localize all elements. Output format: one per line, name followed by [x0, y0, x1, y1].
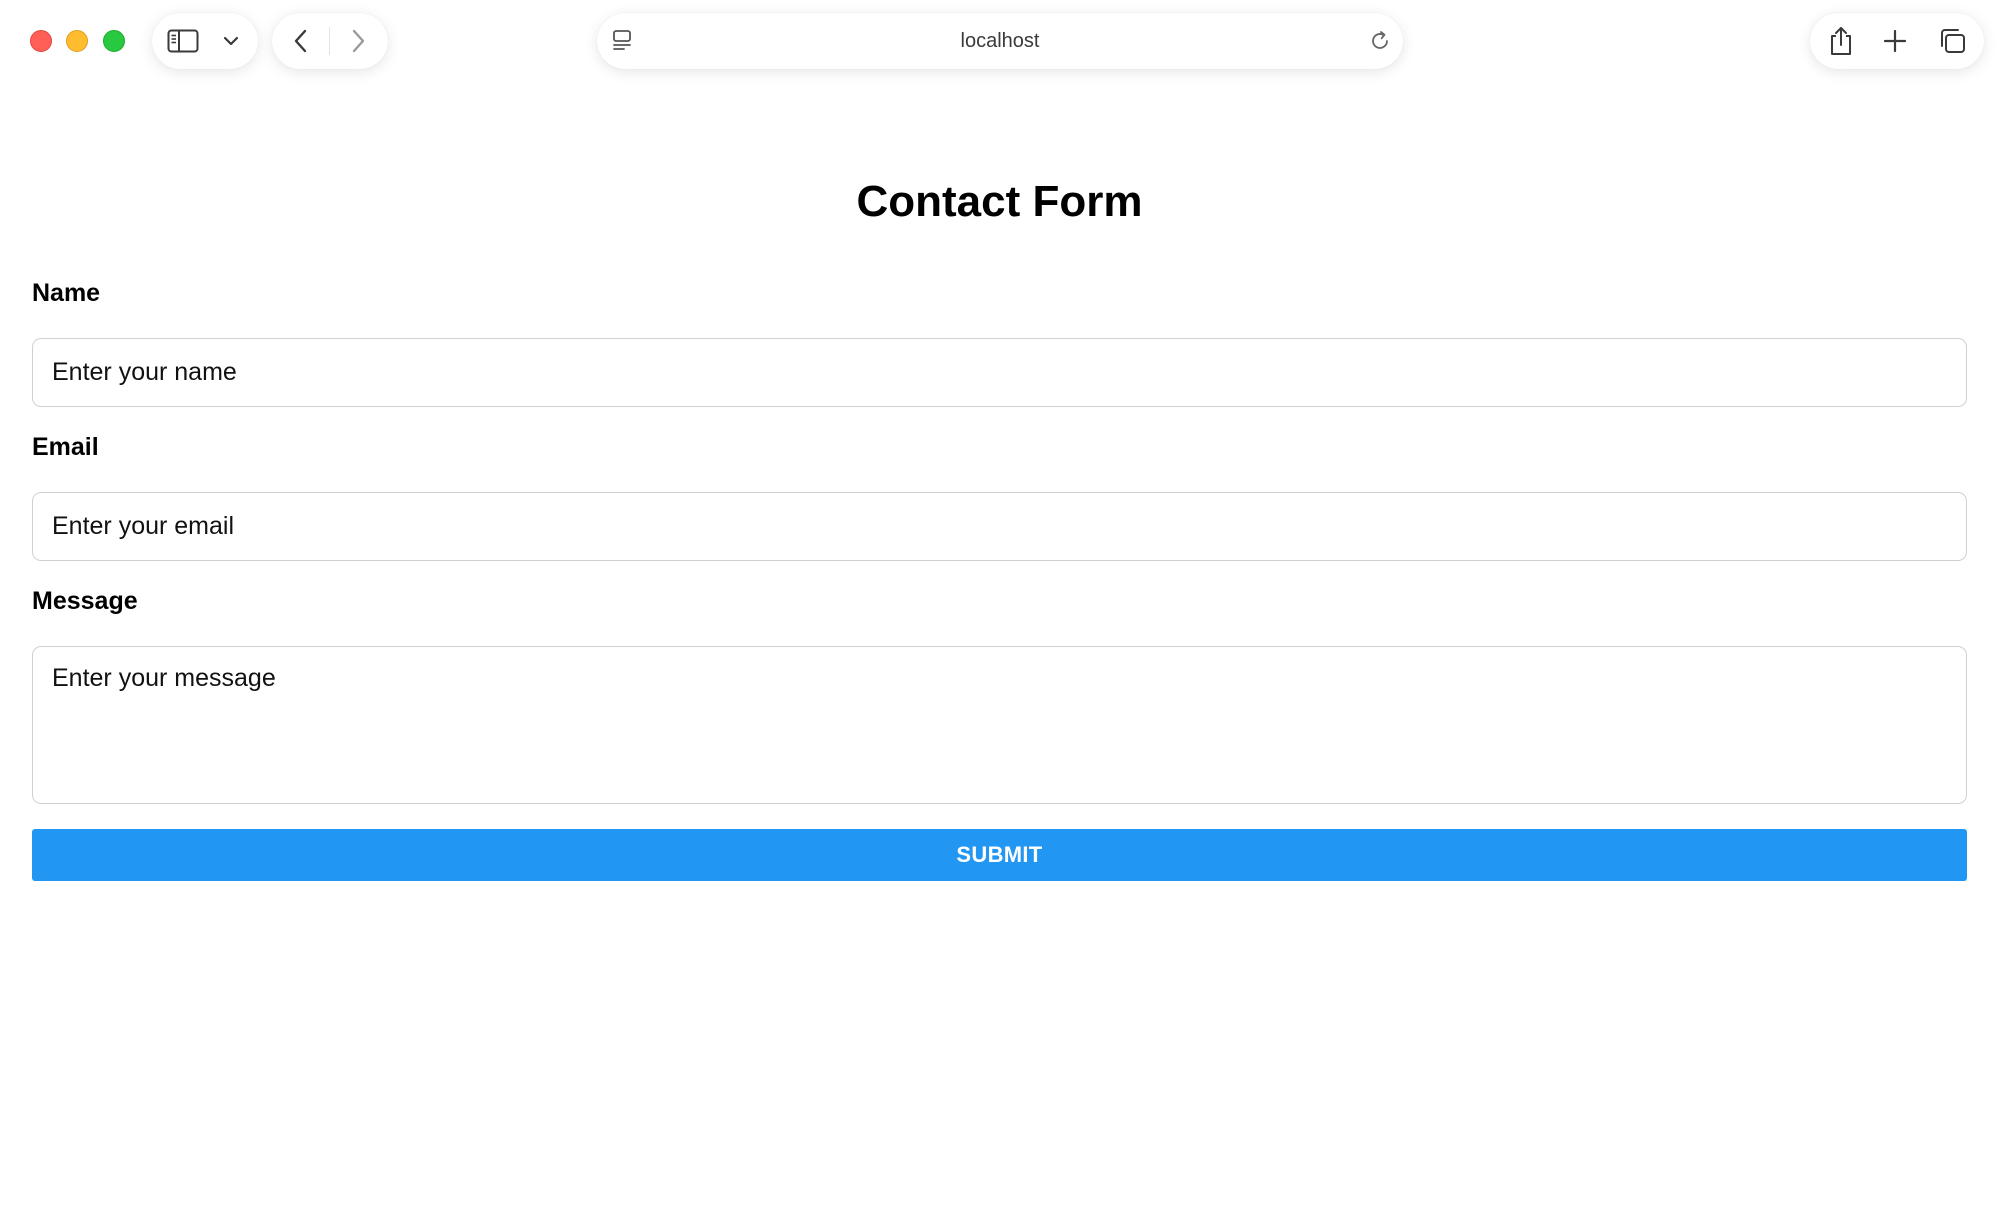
- minimize-window-button[interactable]: [66, 30, 88, 52]
- close-window-button[interactable]: [30, 30, 52, 52]
- email-input[interactable]: [32, 492, 1967, 561]
- message-label: Message: [32, 587, 138, 615]
- reload-icon[interactable]: [1367, 28, 1393, 54]
- address-bar[interactable]: localhost: [597, 13, 1403, 69]
- back-arrow-icon[interactable]: [286, 26, 316, 56]
- window-actions: [1810, 13, 1984, 69]
- sidebar-icon[interactable]: [166, 26, 200, 56]
- chevron-down-icon[interactable]: [218, 29, 244, 53]
- name-label: Name: [32, 279, 101, 307]
- submit-button[interactable]: SUBMIT: [32, 829, 1967, 881]
- tab-overview-icon[interactable]: [1935, 25, 1969, 57]
- navigation-controls: [272, 13, 388, 69]
- page-content: Contact Form Name Email Message SUBMIT: [0, 82, 1999, 1221]
- email-label: Email: [32, 433, 99, 461]
- page-title: Contact Form: [856, 177, 1143, 226]
- message-textarea[interactable]: [32, 646, 1967, 804]
- url-text[interactable]: localhost: [597, 13, 1403, 69]
- share-icon[interactable]: [1824, 24, 1858, 58]
- nav-divider: [329, 27, 330, 55]
- maximize-window-button[interactable]: [103, 30, 125, 52]
- name-input[interactable]: [32, 338, 1967, 407]
- browser-window: localhost Contact Form Name Enter your n…: [0, 0, 1999, 1221]
- plus-icon[interactable]: [1880, 26, 1910, 56]
- forward-arrow-icon[interactable]: [343, 26, 373, 56]
- sidebar-controls: [152, 13, 258, 69]
- browser-toolbar: localhost: [0, 0, 1999, 82]
